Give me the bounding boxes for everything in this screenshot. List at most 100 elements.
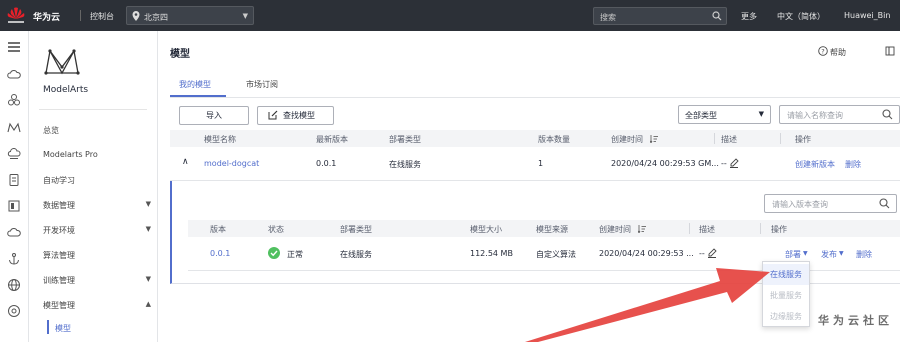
divider [39,109,147,110]
model-table-header: 模型名称 最新版本 部署类型 版本数量 创建时间 描述 操作 [170,130,900,147]
column-header: 模型名称 [204,135,236,144]
modelarts-logo [44,49,80,75]
svg-text:?: ? [821,48,824,56]
cloud-service-icon[interactable] [7,226,21,240]
more-menu[interactable]: 更多 [741,11,757,22]
caret-down-icon: ▼ [803,250,808,257]
nav-item-training-management[interactable]: 训练管理 ▼ [43,275,151,286]
model-name-search-input[interactable]: 请输入名称查询 [779,105,900,124]
help-icon[interactable]: ? [818,46,828,56]
find-model-button[interactable]: 查找模型 [257,106,334,125]
version-search-input[interactable]: 请输入版本查询 [764,194,897,213]
column-header: 部署类型 [389,135,421,144]
model-type-select[interactable]: 全部类型 ▼ [678,105,771,124]
delete-model-link[interactable]: 删除 [845,159,861,170]
tab-my-models[interactable]: 我的模型 [179,79,211,90]
settings-circle-icon[interactable] [7,304,21,318]
status-text: 正常 [287,250,303,259]
menu-icon[interactable] [7,40,21,54]
model-name-link[interactable]: model-dogcat [204,159,259,168]
service-rail [0,31,29,342]
search-icon[interactable] [712,11,722,21]
version-table-header: 版本 状态 部署类型 模型大小 模型来源 创建时间 描述 操作 [188,220,900,237]
divider [760,223,761,234]
nav-subitem-models[interactable]: 模型 [55,323,71,334]
divider [714,133,715,144]
column-header: 描述 [721,135,737,144]
region-select[interactable]: 北京四 ▼ [126,6,254,25]
edit-icon[interactable] [729,158,739,168]
menu-item-batch-service[interactable]: 批量服务 [763,285,809,306]
panel-toggle-icon[interactable] [885,46,895,56]
menu-item-edge-service[interactable]: 边缘服务 [763,306,809,327]
nav-item-data-management[interactable]: 数据管理 ▼ [43,200,151,211]
nav-item-label: 数据管理 [43,201,75,210]
location-pin-icon [132,11,140,21]
language-menu[interactable]: 中文（简体） [777,11,825,22]
collapse-chevron-icon[interactable]: ∧ [182,157,189,167]
nav-item-auto-learning[interactable]: 自动学习 [43,175,151,186]
edit-icon[interactable] [707,248,717,258]
anchor-icon[interactable] [7,252,21,266]
page-title: 模型 [170,49,190,60]
deploy-menu-button[interactable]: 部署 [785,249,801,260]
nav-item-label: 自动学习 [43,176,75,185]
column-header: 最新版本 [316,135,348,144]
divider [689,223,690,234]
nav-item-modelarts-pro[interactable]: Modelarts Pro [43,150,151,159]
cluster-icon[interactable] [7,93,21,107]
import-button[interactable]: 导入 [179,106,249,125]
search-placeholder: 请输入版本查询 [772,200,828,209]
help-link[interactable]: 帮助 [830,47,846,58]
nav-item-dev-environment[interactable]: 开发环境 ▼ [43,225,151,236]
sort-icon[interactable] [650,135,658,143]
watermark: 华为云社区 [818,314,893,327]
model-source: 自定义算法 [536,250,576,259]
console-link[interactable]: 控制台 [90,11,114,22]
brand-name: ModelArts [43,85,89,95]
menu-item-online-service[interactable]: 在线服务 [763,264,809,285]
cloud-icon[interactable] [7,68,21,82]
model-size: 112.54 MB [470,249,513,258]
created-time: 2020/04/24 00:29:53 GM... [611,159,719,168]
column-header: 操作 [771,225,787,234]
sort-icon[interactable] [638,225,646,233]
version-link[interactable]: 0.0.1 [210,249,230,258]
caret-down-icon: ▼ [145,275,151,283]
nav-item-overview[interactable]: 总览 [43,125,151,136]
description: -- [699,249,705,258]
document-icon[interactable] [7,173,21,187]
description: -- [721,159,727,168]
search-icon[interactable] [879,198,890,209]
panel-icon[interactable] [7,199,21,213]
huawei-logo[interactable] [6,6,26,25]
global-search-input[interactable]: 搜索 [593,7,727,25]
edit-box-icon [268,110,278,120]
side-navigation: ModelArts 总览 Modelarts Pro 自动学习 数据管理 ▼ 开发… [29,31,158,342]
latest-version: 0.0.1 [316,159,337,168]
user-menu[interactable]: Huawei_Bin [844,11,890,20]
search-icon[interactable] [882,109,893,120]
column-header: 部署类型 [340,225,372,234]
version-count: 1 [538,159,544,168]
column-header: 模型大小 [470,225,502,234]
nav-item-model-management[interactable]: 模型管理 ▲ [43,300,151,311]
publish-menu-button[interactable]: 发布 [821,249,837,260]
tab-market-subscriptions[interactable]: 市场订阅 [246,79,278,90]
nav-item-label: 算法管理 [43,251,75,260]
caret-down-icon: ▼ [242,12,248,20]
deploy-type: 在线服务 [340,250,372,259]
delete-version-link[interactable]: 删除 [856,249,872,260]
nav-item-label: 训练管理 [43,276,75,285]
globe-icon[interactable] [7,278,21,292]
huawei-cloud-title[interactable]: 华为云 [33,10,60,23]
column-header: 描述 [699,225,715,234]
column-header: 版本 [210,225,226,234]
nav-item-algorithm-management[interactable]: 算法管理 [43,250,151,261]
modelarts-icon[interactable] [7,121,21,135]
create-version-link[interactable]: 创建新版本 [795,159,835,170]
cloud-storage-icon[interactable] [7,147,21,161]
nav-item-label: Modelarts Pro [43,150,98,159]
find-model-label: 查找模型 [283,111,315,120]
nav-item-label: 总览 [43,126,59,135]
